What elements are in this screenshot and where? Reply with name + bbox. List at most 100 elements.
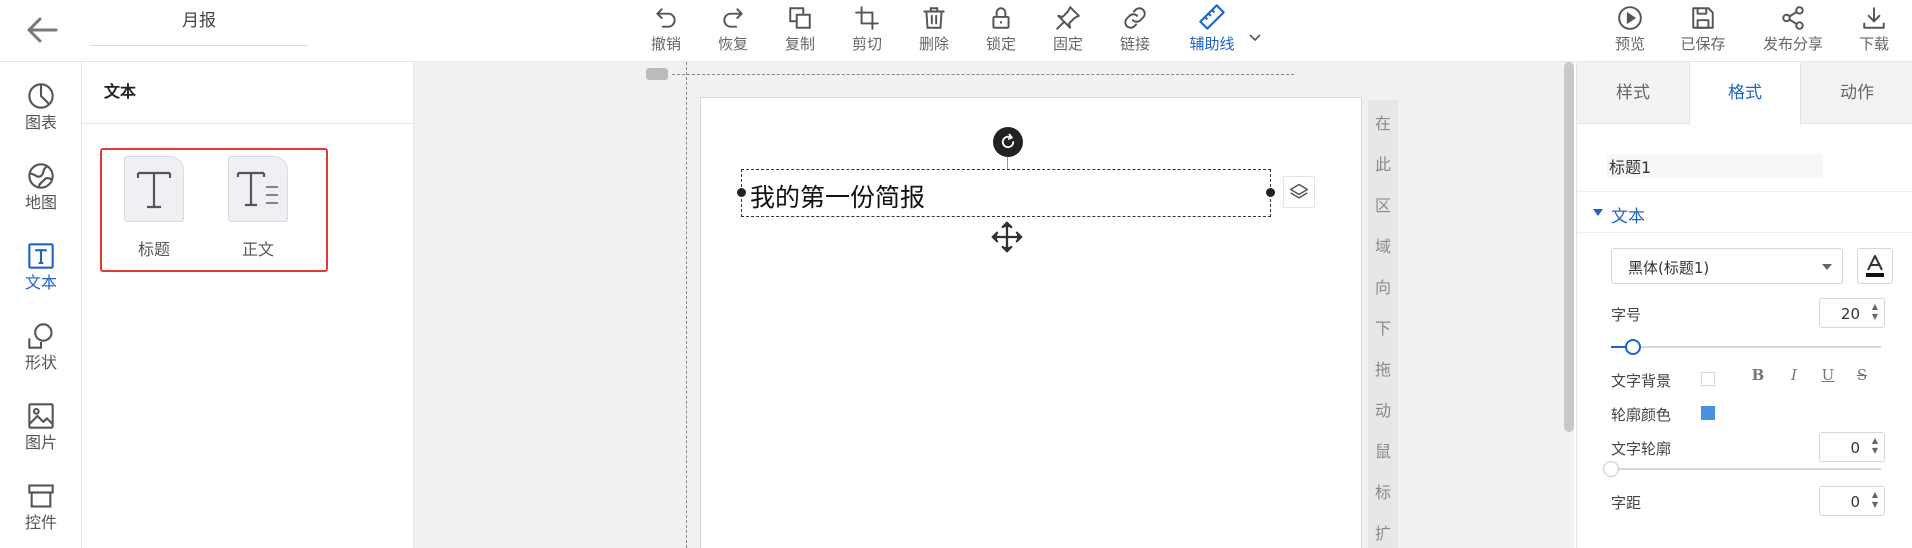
saved-button[interactable]: 已保存 [1676, 0, 1730, 62]
crop-icon [855, 6, 879, 30]
caret-down-icon [1822, 264, 1832, 270]
title-text-icon [136, 171, 172, 209]
properties-tabs: 样式 格式 动作 [1577, 62, 1912, 125]
sidebar-item-text[interactable]: 文本 [0, 238, 82, 310]
font-size-label: 字号 [1611, 306, 1642, 324]
horizontal-guide-line[interactable] [672, 74, 1294, 75]
copy-icon [789, 7, 811, 29]
sidebar-item-widget[interactable]: 控件 [0, 478, 82, 548]
top-toolbar: 月报 撤销 恢复 复制 剪切 删除 锁定 固定 链接 辅助线 预览 已保存 发布… [0, 0, 1912, 62]
tab-style[interactable]: 样式 [1577, 62, 1689, 124]
text-outline-label: 文字轮廓 [1611, 440, 1672, 458]
rotate-icon [1001, 133, 1015, 149]
text-background-checkbox[interactable] [1701, 372, 1715, 386]
redo-button[interactable]: 恢复 [715, 0, 751, 62]
spin-arrows-icon[interactable]: ▲ ▼ [1872, 302, 1878, 322]
italic-button[interactable]: I [1783, 366, 1805, 390]
link-icon [1124, 7, 1146, 29]
pin-icon [1056, 6, 1080, 30]
image-icon [28, 403, 54, 429]
guide-handle[interactable] [646, 68, 668, 80]
font-color-button[interactable] [1857, 248, 1893, 284]
properties-panel: 样式 格式 动作 文本 黑体(标题1) 字号 20 ▲▼ 文字背景 B I U … [1576, 62, 1912, 548]
arrow-left-icon [27, 17, 58, 43]
chevron-down-icon [1249, 34, 1261, 42]
text-outline-stepper[interactable]: 0 ▲ ▼ [1819, 432, 1885, 462]
outline-color-label: 轮廓颜色 [1611, 406, 1672, 424]
letter-spacing-label: 字距 [1611, 494, 1642, 512]
delete-button[interactable]: 删除 [916, 0, 952, 62]
canvas-scrollbar[interactable] [1564, 62, 1574, 432]
crop-button[interactable]: 剪切 [849, 0, 885, 62]
pin-button[interactable]: 固定 [1050, 0, 1086, 62]
text-element-content[interactable]: 我的第一份简报 [750, 178, 925, 214]
text-background-label: 文字背景 [1611, 372, 1672, 390]
text-icon [28, 243, 54, 269]
tab-format[interactable]: 格式 [1689, 62, 1801, 125]
font-color-icon [1866, 255, 1884, 277]
save-icon [1692, 7, 1714, 29]
undo-icon [656, 8, 676, 28]
resize-handle-left[interactable] [737, 188, 746, 197]
font-size-stepper[interactable]: 20 ▲ ▼ [1819, 298, 1885, 328]
download-button[interactable]: 下载 [1854, 0, 1894, 62]
layers-icon [1289, 183, 1309, 199]
play-icon [1618, 6, 1642, 30]
font-family-select[interactable]: 黑体(标题1) [1611, 248, 1843, 284]
vertical-guide-line[interactable] [686, 62, 687, 548]
link-button[interactable]: 链接 [1117, 0, 1153, 62]
lock-icon [992, 7, 1010, 29]
body-text-icon [236, 171, 278, 207]
preview-button[interactable]: 预览 [1610, 0, 1650, 62]
redo-icon [723, 8, 743, 28]
back-button[interactable] [22, 10, 62, 50]
report-page[interactable] [700, 97, 1362, 548]
shape-icon [28, 323, 53, 349]
move-handle[interactable] [990, 220, 1024, 258]
map-globe-icon [28, 163, 54, 189]
guides-button[interactable]: 辅助线 [1184, 0, 1240, 62]
body-text-component[interactable]: 正文 [226, 156, 290, 266]
copy-button[interactable]: 复制 [782, 0, 818, 62]
extend-area-hint[interactable]: 在 此 区 域 向 下 拖 动 鼠 标 扩 [1368, 100, 1398, 548]
panel-title: 文本 [82, 62, 413, 124]
trash-icon [923, 7, 945, 29]
document-title[interactable]: 月报 [90, 6, 308, 46]
outline-color-swatch[interactable] [1701, 406, 1715, 420]
download-icon [1863, 7, 1885, 29]
title-component[interactable]: 标题 [122, 156, 186, 266]
letter-spacing-stepper[interactable]: 0 ▲ ▼ [1819, 486, 1885, 516]
guides-dropdown[interactable] [1248, 28, 1262, 47]
font-size-slider[interactable] [1611, 339, 1881, 355]
text-outline-slider[interactable] [1603, 461, 1881, 477]
tab-action[interactable]: 动作 [1801, 62, 1912, 124]
resize-handle-right[interactable] [1266, 188, 1275, 197]
sidebar-item-shape[interactable]: 形状 [0, 318, 82, 390]
move-icon [991, 221, 1023, 253]
sidebar-item-image[interactable]: 图片 [0, 398, 82, 470]
lock-button[interactable]: 锁定 [983, 0, 1019, 62]
undo-button[interactable]: 撤销 [648, 0, 684, 62]
bold-button[interactable]: B [1747, 366, 1769, 390]
sidebar-item-map[interactable]: 地图 [0, 158, 82, 230]
spin-arrows-icon[interactable]: ▲ ▼ [1872, 490, 1878, 510]
caret-down-icon [1593, 209, 1603, 216]
rotate-handle[interactable] [993, 127, 1023, 157]
component-selection-box: 标题 正文 [100, 148, 328, 272]
selected-text-element[interactable]: 我的第一份简报 [737, 169, 1275, 217]
share-icon [1782, 6, 1804, 30]
strikethrough-button[interactable]: S [1851, 366, 1873, 390]
category-sidebar: 图表 地图 文本 形状 图片 控件 [0, 62, 82, 548]
element-name-input[interactable] [1607, 154, 1823, 178]
widget-icon [28, 484, 54, 508]
underline-button[interactable]: U [1817, 366, 1839, 390]
spin-arrows-icon[interactable]: ▲ ▼ [1872, 436, 1878, 456]
layer-button[interactable] [1283, 176, 1315, 208]
text-section-header[interactable]: 文本 [1577, 191, 1912, 233]
font-size-slider-knob[interactable] [1624, 339, 1641, 355]
publish-share-button[interactable]: 发布分享 [1758, 0, 1828, 62]
ruler-icon [1199, 4, 1225, 30]
sidebar-item-chart[interactable]: 图表 [0, 78, 82, 150]
text-outline-slider-knob[interactable] [1603, 461, 1619, 477]
component-panel: 文本 标题 正文 [82, 62, 414, 548]
